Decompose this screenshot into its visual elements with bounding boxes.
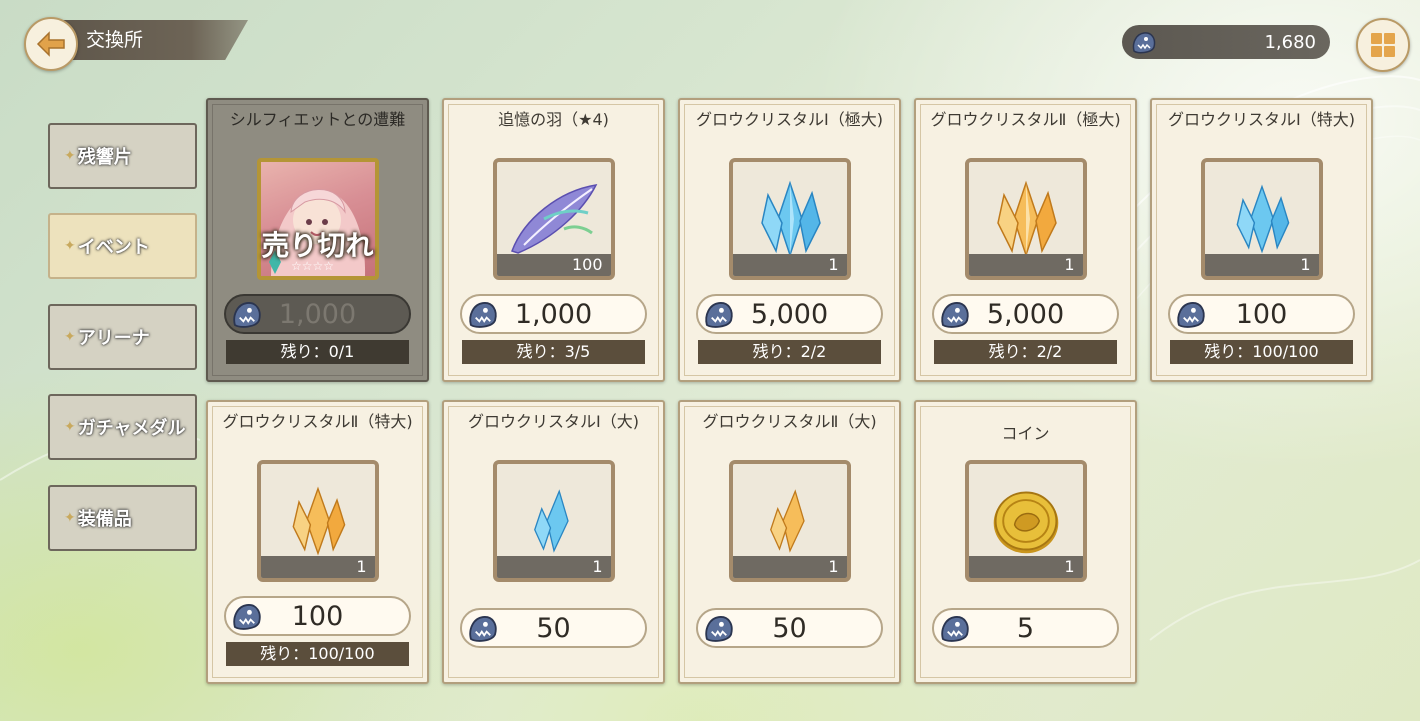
gold-crystal-icon — [292, 486, 345, 556]
item-price: 5,000 — [750, 298, 829, 330]
remaining-count: 残り：2/2 — [934, 340, 1117, 364]
item-name: シルフィエットとの遭難 — [229, 110, 406, 129]
monster-token-icon — [469, 302, 497, 328]
gold-crystal-icon — [769, 489, 805, 553]
gold-coin-icon — [993, 491, 1058, 554]
item-name: グロウクリスタルⅠ（特大) — [1168, 110, 1355, 129]
item-name: 追憶の羽（★4) — [498, 110, 609, 129]
item-frame: 1 — [492, 460, 615, 582]
remaining-count: 残り：0/1 — [226, 340, 409, 364]
monster-token-icon — [705, 302, 733, 328]
monster-token-icon — [941, 302, 969, 328]
item-quantity: 1 — [496, 556, 611, 578]
item-name: グロウクリスタルⅠ（極大) — [696, 110, 883, 129]
feather-icon — [510, 184, 597, 254]
price-button[interactable]: 5 — [932, 608, 1119, 648]
item-frame: 1 — [964, 158, 1087, 280]
back-arrow-icon — [36, 31, 65, 57]
monster-token-icon — [469, 616, 497, 642]
price-button[interactable]: 50 — [696, 608, 883, 648]
sidebar-item-label: アリーナ — [77, 328, 150, 349]
item-price: 100 — [291, 600, 344, 632]
price-button[interactable]: 5,000 — [696, 294, 883, 334]
blue-crystal-icon — [533, 489, 569, 553]
sidebar-item-label: ガチャメダル — [77, 418, 186, 439]
sidebar-item-label: 残響片 — [77, 147, 132, 168]
item-name: グロウクリスタルⅡ（大) — [702, 412, 877, 431]
remaining-count: 残り：100/100 — [226, 642, 409, 666]
price-button[interactable]: 50 — [460, 608, 647, 648]
item-price: 1,000 — [514, 298, 593, 330]
item-quantity: 1 — [968, 556, 1083, 578]
item-price: 5 — [1016, 612, 1035, 644]
monster-token-icon — [941, 616, 969, 642]
item-name: コイン — [1001, 424, 1050, 443]
back-button[interactable] — [24, 17, 78, 71]
price-button[interactable]: 1,000 — [224, 294, 411, 334]
item-price: 50 — [536, 612, 571, 644]
item-price: 1,000 — [278, 298, 357, 330]
shop-item-card[interactable]: コイン 1 5 — [914, 400, 1137, 684]
shop-item-card[interactable]: グロウクリスタルⅠ（大) 1 50 — [442, 400, 665, 684]
sidebar-item-zankyohen[interactable]: ✦ 残響片 — [48, 123, 197, 189]
sparkle-icon: ✦ — [64, 329, 76, 345]
sidebar-item-equipment[interactable]: ✦ 装備品 — [48, 485, 197, 551]
item-quantity: 1 — [1204, 254, 1319, 276]
price-button[interactable]: 100 — [1168, 294, 1355, 334]
shop-item-card[interactable]: グロウクリスタルⅡ（極大) 1 5,000 残り：2/2 — [914, 98, 1137, 382]
item-frame: 1 — [728, 460, 851, 582]
sparkle-icon: ✦ — [64, 238, 76, 254]
shop-item-card[interactable]: グロウクリスタルⅡ（大) 1 50 — [678, 400, 901, 684]
monster-token-icon — [233, 302, 261, 328]
price-button[interactable]: 100 — [224, 596, 411, 636]
item-price: 50 — [772, 612, 807, 644]
currency-balance: 1,680 — [1122, 25, 1330, 59]
sidebar-item-label: 装備品 — [77, 509, 132, 530]
sold-out-label: 売り切れ — [261, 229, 374, 262]
item-quantity: 1 — [732, 254, 847, 276]
remaining-count: 残り：100/100 — [1170, 340, 1353, 364]
item-frame: 1 — [728, 158, 851, 280]
sidebar-item-label: イベント — [77, 237, 150, 258]
gold-crystal-icon — [996, 180, 1057, 258]
item-frame: 100 — [492, 158, 615, 280]
item-frame: 1 — [256, 460, 379, 582]
sidebar-item-event[interactable]: ✦ イベント — [48, 213, 197, 279]
item-price: 5,000 — [986, 298, 1065, 330]
price-button[interactable]: 1,000 — [460, 294, 647, 334]
item-quantity: 1 — [260, 556, 375, 578]
shop-item-card[interactable]: グロウクリスタルⅠ（極大) 1 5,000 残り：2/2 — [678, 98, 901, 382]
item-quantity: 100 — [496, 254, 611, 276]
item-frame: 1 — [1200, 158, 1323, 280]
grid-menu-icon — [1371, 33, 1395, 57]
menu-button[interactable] — [1356, 18, 1410, 72]
item-name: グロウクリスタルⅠ（大) — [468, 412, 639, 431]
monster-token-icon — [1177, 302, 1205, 328]
shop-item-card[interactable]: グロウクリスタルⅡ（特大) 1 100 残り：100/100 — [206, 400, 429, 684]
item-name: グロウクリスタルⅡ（特大) — [222, 412, 413, 431]
item-quantity: 1 — [732, 556, 847, 578]
monster-token-icon — [705, 616, 733, 642]
remaining-count: 残り：2/2 — [698, 340, 881, 364]
monster-token-icon — [233, 604, 261, 630]
page-title: 交換所 — [58, 20, 248, 60]
sidebar-item-arena[interactable]: ✦ アリーナ — [48, 304, 197, 370]
shop-item-card[interactable]: シルフィエットとの遭難 ☆☆☆☆ 売り切れ 1,000 残り：0/1 — [206, 98, 429, 382]
sidebar-item-gacha-medal[interactable]: ✦ ガチャメダル — [48, 394, 197, 460]
remaining-count: 残り：3/5 — [462, 340, 645, 364]
sparkle-icon: ✦ — [64, 419, 76, 435]
currency-amount: 1,680 — [1264, 31, 1316, 53]
monster-token-icon — [1132, 32, 1156, 54]
item-name: グロウクリスタルⅡ（極大) — [930, 110, 1121, 129]
item-frame: 1 — [964, 460, 1087, 582]
item-price: 100 — [1235, 298, 1288, 330]
blue-crystal-icon — [1236, 184, 1289, 254]
sparkle-icon: ✦ — [64, 148, 76, 164]
price-button[interactable]: 5,000 — [932, 294, 1119, 334]
shop-item-card[interactable]: グロウクリスタルⅠ（特大) 1 100 残り：100/100 — [1150, 98, 1373, 382]
shop-item-card[interactable]: 追憶の羽（★4) 100 1,000 残り：3/5 — [442, 98, 665, 382]
item-quantity: 1 — [968, 254, 1083, 276]
sparkle-icon: ✦ — [64, 510, 76, 526]
blue-crystal-icon — [760, 180, 821, 258]
